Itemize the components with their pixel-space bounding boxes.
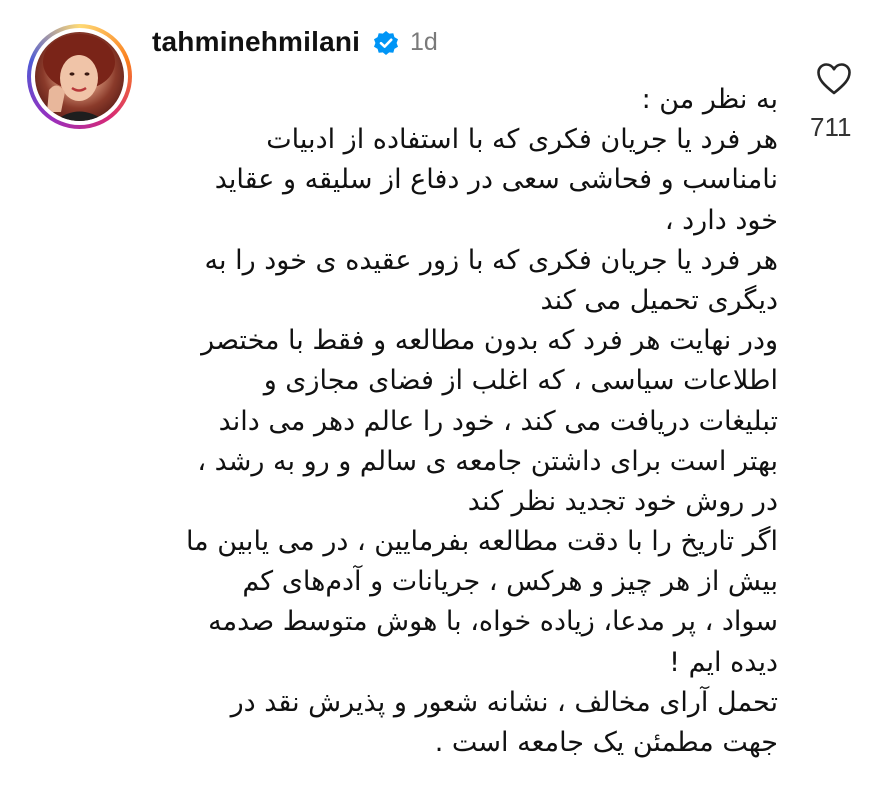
caption-line: تبلیغات دریافت می کند ، خود را عالم دهر … xyxy=(218,405,778,437)
like-count: 711 xyxy=(810,112,852,142)
heart-outline-icon[interactable] xyxy=(816,62,852,96)
caption-line: در روش خود تجدید نظر کند xyxy=(467,485,778,517)
caption-line: اطلاعات سیاسی ، که اغلب از فضای مجازی و xyxy=(263,365,778,397)
verified-badge-icon xyxy=(374,31,398,55)
avatar-photo xyxy=(35,32,124,121)
caption-text: به نظر من : هر فرد یا جریان فکری که با ا… xyxy=(118,80,778,763)
caption-line: اگر تاریخ را با دقت مطالعه بفرمایین ، در… xyxy=(185,526,778,558)
caption-line: خود دارد ، xyxy=(664,204,778,236)
caption-line: جهت مطمئن یک جامعه است . xyxy=(434,727,778,758)
post-timestamp: 1d xyxy=(410,28,438,56)
avatar-ring-gap xyxy=(31,28,128,125)
caption-line: هر فرد یا جریان فکری که با استفاده از اد… xyxy=(266,124,778,156)
caption-line: دیده ایم ! xyxy=(669,646,778,678)
caption-line: سواد ، پر مدعا، زیاده خواه، با هوش متوسط… xyxy=(208,606,778,638)
caption-line: ودر نهایت هر فرد که بدون مطالعه و فقط با… xyxy=(201,325,778,357)
profile-avatar[interactable] xyxy=(27,24,132,129)
caption-line: تحمل آرای مخالف ، نشانه شعور و پذیرش نقد… xyxy=(230,686,778,718)
caption-line: نامناسب و فحاشی سعی در دفاع از سلیقه و ع… xyxy=(214,164,778,196)
caption-line: هر فرد یا جریان فکری که با زور عقیده ی خ… xyxy=(204,244,778,276)
avatar-portrait-image xyxy=(43,34,115,121)
caption-line: بهتر است برای داشتن جامعه ی سالم و رو به… xyxy=(197,445,778,477)
caption-line: به نظر من : xyxy=(641,84,778,115)
username-link[interactable]: tahminehmilani xyxy=(152,26,360,58)
caption-line: دیگری تحمیل می کند xyxy=(540,284,778,316)
caption-line: بیش از هر چیز و هرکس ، جریانات و آدم‌های… xyxy=(242,566,778,598)
